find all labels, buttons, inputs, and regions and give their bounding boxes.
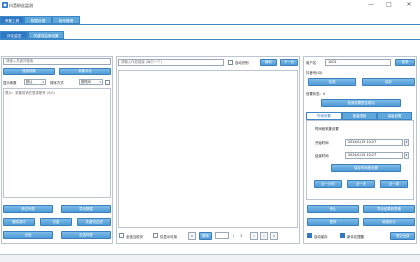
next-page-button[interactable]: 下一页 (280, 59, 298, 66)
tab-row-divider (0, 24, 420, 25)
last-week-button[interactable]: 近一周 (380, 180, 408, 188)
chevron-right-icon: › (263, 233, 265, 238)
title-bar (0, 0, 420, 10)
auto-detect-checkbox[interactable] (228, 60, 233, 65)
login-button[interactable]: 登录 (395, 58, 415, 66)
subtab-quantity-limit[interactable]: 数量限制 (342, 112, 377, 120)
chevron-down-icon: ▾ (405, 152, 408, 157)
last-day-button[interactable]: 近一天 (347, 180, 375, 188)
tab-row-divider (0, 39, 420, 40)
next-page-nav-button[interactable]: › (260, 231, 268, 240)
auto-save-checkbox[interactable] (307, 233, 312, 238)
page-input[interactable] (215, 232, 229, 239)
window-title: 抖音粉丝监测 (9, 2, 33, 8)
video-list[interactable] (3, 88, 111, 198)
search-videos-button[interactable]: 搜索视频 (3, 68, 55, 75)
check-button[interactable]: 检测 (308, 78, 356, 86)
account-label: 用户名 (306, 61, 317, 65)
time-group-title: 时间段采集设置 (315, 127, 339, 131)
check-status-button[interactable]: 检测设置是否成功 (321, 99, 401, 107)
collect-comments-button[interactable]: 采集评论 (59, 68, 111, 75)
first-page-icon: « (190, 233, 194, 238)
tab-keyword-settings[interactable]: 关键词监测设置 (28, 31, 64, 39)
select-all-button[interactable]: 全选 (3, 231, 53, 239)
delete-selected-button[interactable]: 删除选中 (3, 218, 35, 226)
stop-button[interactable]: 停止 (307, 205, 359, 213)
status-bar (0, 254, 420, 262)
hint-text: 提示：采集前请先登录账号 (0/0) (5, 91, 55, 95)
tab-account-management[interactable]: 帐号管理 (52, 16, 80, 24)
subtab-time-settings[interactable]: 时间设置 (306, 112, 342, 120)
dedupe-button[interactable]: 去重 (40, 218, 72, 226)
available-only-label: 仅显示可用 (160, 234, 177, 239)
continue-button[interactable]: 继续执行 (363, 218, 415, 226)
prev-page-button[interactable]: ‹ (250, 231, 258, 240)
start-time-value: 2024/1/15 10:27 (348, 139, 377, 144)
page-total: 1 (240, 233, 243, 238)
new-comment-alert-label: 新评论提醒 (347, 234, 364, 239)
last-hour-button[interactable]: 近一小时 (314, 180, 342, 188)
chevron-down-icon: ▾ (405, 139, 408, 144)
start-date-picker-button[interactable]: ▾ (404, 138, 409, 146)
chevron-left-icon: ‹ (253, 233, 255, 238)
status-label: 设置状态：0 (306, 92, 326, 96)
chevron-down-icon: ▾ (99, 80, 101, 84)
first-page-button[interactable]: « (188, 231, 196, 240)
douyin-id-label: 抖音号(ID) (306, 71, 323, 75)
end-time-input[interactable]: 2024/1/15 10:27 (345, 151, 403, 159)
auto-save-label: 自动保存 (314, 234, 328, 239)
tab-data-processing[interactable]: 数据处理 (24, 16, 52, 24)
save-button[interactable]: 保存 (362, 78, 415, 86)
sort-select-value: 按时间 (81, 80, 91, 84)
minimize-button[interactable]: — (364, 0, 378, 10)
save-time-range-button[interactable]: 保存时间段设置 (331, 164, 401, 172)
auto-detect-label: 自动识别 (235, 61, 249, 65)
search-input[interactable]: 请输入关键词搜索 (3, 58, 111, 65)
end-time-label: 结束时间 (315, 154, 329, 158)
pause-button[interactable]: 暂停 (307, 218, 359, 226)
end-date-picker-button[interactable]: ▾ (404, 151, 409, 159)
clear-all-button[interactable]: 清空全部 (390, 231, 415, 240)
comment-list[interactable] (118, 70, 298, 228)
available-only-checkbox[interactable] (153, 233, 158, 238)
clear-list-button[interactable]: 清空列表 (3, 205, 53, 213)
sort-select[interactable]: 按时间 ▾ (79, 79, 103, 85)
filter-checkbox[interactable] (105, 79, 110, 85)
account-input[interactable]: 1001 (325, 58, 391, 66)
filter-label-count: 显示条数 (3, 81, 17, 85)
chevron-down-icon: ▾ (42, 80, 44, 84)
last-page-button[interactable]: » (270, 231, 278, 240)
start-time-input[interactable]: 2024/1/15 10:27 (345, 138, 403, 146)
select-page-label: 全选当前页 (126, 234, 143, 239)
export-data-button[interactable]: 导出数据 (61, 205, 111, 213)
select-page-checkbox[interactable] (119, 233, 124, 238)
new-comment-alert-checkbox[interactable] (340, 233, 345, 238)
tab-comment-monitor[interactable]: 评论监控 (0, 31, 28, 39)
video-url-input[interactable]: 请输入作品链接 (每行一个) (118, 59, 224, 66)
close-button[interactable]: ✕ (402, 0, 416, 10)
end-time-value: 2024/1/15 10:27 (348, 152, 377, 157)
export-results-button[interactable]: 导出结果到表格 (363, 205, 415, 213)
parse-button[interactable]: 解析 (260, 59, 277, 66)
maximize-button[interactable]: □ (382, 0, 396, 10)
app-icon (2, 2, 8, 8)
start-time-label: 开始时间 (315, 141, 329, 145)
keyword-filter-button[interactable]: 关键词过滤 (77, 218, 111, 226)
count-select[interactable]: 默认 ▾ (24, 79, 46, 85)
time-settings-panel (306, 120, 414, 200)
jump-page-button[interactable]: 跳转 (199, 231, 212, 240)
page-separator: / (233, 233, 235, 238)
invert-selection-button[interactable]: 反选列表 (61, 231, 111, 239)
subtab-advanced[interactable]: 高级设置 (377, 112, 412, 120)
count-select-value: 默认 (26, 80, 33, 84)
filter-label-sort: 排序方式 (50, 81, 64, 85)
last-page-icon: » (272, 233, 276, 238)
tab-collect-tools[interactable]: 采集工具 (0, 16, 24, 24)
